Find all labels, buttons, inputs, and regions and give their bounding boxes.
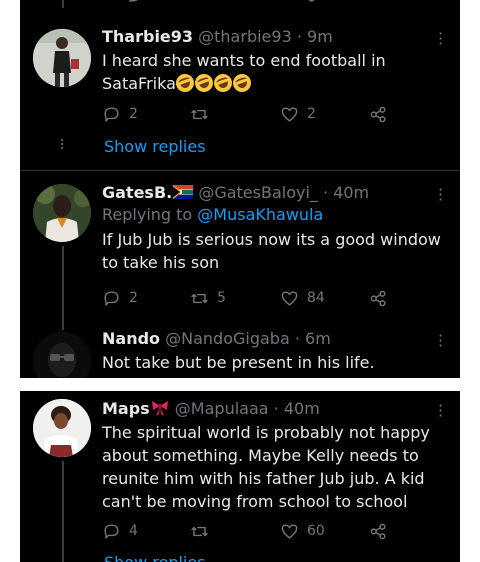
tweet-text: If Jub Jub is serious now its a good win… xyxy=(102,228,447,274)
reply-button[interactable]: 4 xyxy=(102,519,138,543)
tweet[interactable]: GatesB. @GatesBaloyi_ · 40m Replying to … xyxy=(102,182,447,274)
share-icon xyxy=(370,290,386,306)
tweet-actions: 4 60 xyxy=(102,519,402,543)
tweet-text-line: about something. Maybe Kelly needs to xyxy=(102,446,419,465)
retweet-button[interactable] xyxy=(190,102,217,126)
retweet-icon xyxy=(191,293,208,303)
tweet[interactable]: Tharbie93 @tharbie93 · 9m I heard she wa… xyxy=(102,26,447,95)
heart-icon xyxy=(281,106,298,122)
ribbon-bow-icon xyxy=(151,401,168,416)
display-name[interactable]: Maps xyxy=(102,399,150,418)
tweet-text-fragment: SataFrika xyxy=(102,74,176,93)
timeline-panel: Tharbie93 @tharbie93 · 9m I heard she wa… xyxy=(20,0,460,378)
more-dots-icon[interactable]: · · · xyxy=(438,26,443,52)
divider xyxy=(20,170,460,171)
share-icon xyxy=(370,523,386,539)
display-name[interactable]: Nando xyxy=(102,329,160,348)
retweet-count: 5 xyxy=(217,290,226,306)
replying-to-label: Replying to xyxy=(102,205,193,224)
heart-icon xyxy=(281,523,298,539)
share-button[interactable] xyxy=(369,286,388,310)
like-button[interactable]: 84 xyxy=(280,286,325,310)
user-handle[interactable]: @Mapulaaa xyxy=(175,399,269,418)
heart-icon xyxy=(281,290,298,306)
share-icon xyxy=(370,106,386,122)
thread-line xyxy=(62,461,64,562)
tweet-text-line: SataFrika xyxy=(102,71,447,95)
south-africa-flag-icon xyxy=(173,185,194,199)
replying-to: Replying to @MusaKhawula xyxy=(102,204,447,226)
reply-count: 4 xyxy=(129,523,138,539)
avatar[interactable] xyxy=(33,29,91,87)
user-handle[interactable]: @tharbie93 xyxy=(198,27,292,46)
timeline-panel: Maps @Mapulaaa · 40m The spiritual world… xyxy=(20,391,460,562)
thread-line xyxy=(62,0,64,8)
display-name[interactable]: GatesB. xyxy=(102,183,172,202)
retweet-button[interactable]: 5 xyxy=(190,286,226,310)
tweet-text-line: If Jub Jub is serious now its a good win… xyxy=(102,230,441,249)
laughing-emoji-icon xyxy=(173,71,197,95)
tweet-time[interactable]: · 6m xyxy=(295,329,331,348)
more-dots-icon[interactable]: · · · xyxy=(438,398,443,424)
laughing-emoji-icon xyxy=(211,71,235,95)
reply-button[interactable]: 2 xyxy=(102,102,138,126)
retweet-icon xyxy=(191,109,208,119)
tweet-text-line: can't be moving from school to school xyxy=(102,492,408,511)
like-count: 60 xyxy=(307,523,325,539)
retweet-icon xyxy=(191,526,208,536)
reply-icon xyxy=(104,523,119,539)
tweet-actions: 2 5 84 xyxy=(102,286,402,310)
tweet-text-line: Not take but be present in his life. xyxy=(102,353,375,372)
tweet-time[interactable]: · 40m xyxy=(274,399,320,418)
tweet-actions: 2 2 xyxy=(102,102,402,126)
tweet-time[interactable]: · 9m xyxy=(297,27,333,46)
reply-icon xyxy=(104,106,119,122)
like-count: 84 xyxy=(307,290,325,306)
reply-count: 2 xyxy=(129,106,138,122)
display-name[interactable]: Tharbie93 xyxy=(102,27,193,46)
user-handle[interactable]: @NandoGigaba xyxy=(165,329,290,348)
tweet[interactable]: Nando @NandoGigaba · 6m Not take but be … xyxy=(102,328,447,374)
thread-dots-icon xyxy=(61,139,65,151)
like-button[interactable]: 60 xyxy=(280,519,325,543)
mention-link[interactable]: @MusaKhawula xyxy=(197,205,323,224)
like-count: 2 xyxy=(307,106,316,122)
reply-count: 2 xyxy=(129,290,138,306)
tweet-time[interactable]: · 40m xyxy=(323,183,369,202)
more-dots-icon[interactable]: · · · xyxy=(438,182,443,208)
avatar[interactable] xyxy=(33,399,91,457)
reply-icon[interactable] xyxy=(122,0,141,4)
share-button[interactable] xyxy=(369,519,388,543)
tweet-text: Not take but be present in his life. xyxy=(102,351,447,374)
reply-button[interactable]: 2 xyxy=(102,286,138,310)
avatar[interactable] xyxy=(33,332,91,378)
tweet-text-line: I heard she wants to end football in xyxy=(102,51,386,70)
share-icon[interactable] xyxy=(390,0,406,2)
tweet[interactable]: Maps @Mapulaaa · 40m The spiritual world… xyxy=(102,398,447,513)
share-button[interactable] xyxy=(369,102,388,126)
like-icon[interactable] xyxy=(302,0,321,4)
like-button[interactable]: 2 xyxy=(280,102,316,126)
show-replies-link[interactable]: Show replies xyxy=(104,137,206,156)
tweet-text: I heard she wants to end football in Sat… xyxy=(102,49,447,95)
more-dots-icon[interactable]: · · · xyxy=(438,328,443,354)
tweet-text: The spiritual world is probably not happ… xyxy=(102,421,447,513)
tweet-text-line: The spiritual world is probably not happ… xyxy=(102,423,430,442)
retweet-button[interactable] xyxy=(190,519,217,543)
show-replies-link[interactable]: Show replies xyxy=(104,553,206,562)
laughing-emoji-icon xyxy=(192,71,216,95)
laughing-emoji-icon xyxy=(230,71,254,95)
avatar[interactable] xyxy=(33,184,91,242)
reply-icon xyxy=(104,290,119,306)
tweet-text-line: reunite him with his father Jub jub. A k… xyxy=(102,469,425,488)
tweet-text-line: to take his son xyxy=(102,253,220,272)
user-handle[interactable]: @GatesBaloyi_ xyxy=(198,183,318,202)
thread-line xyxy=(62,246,64,330)
